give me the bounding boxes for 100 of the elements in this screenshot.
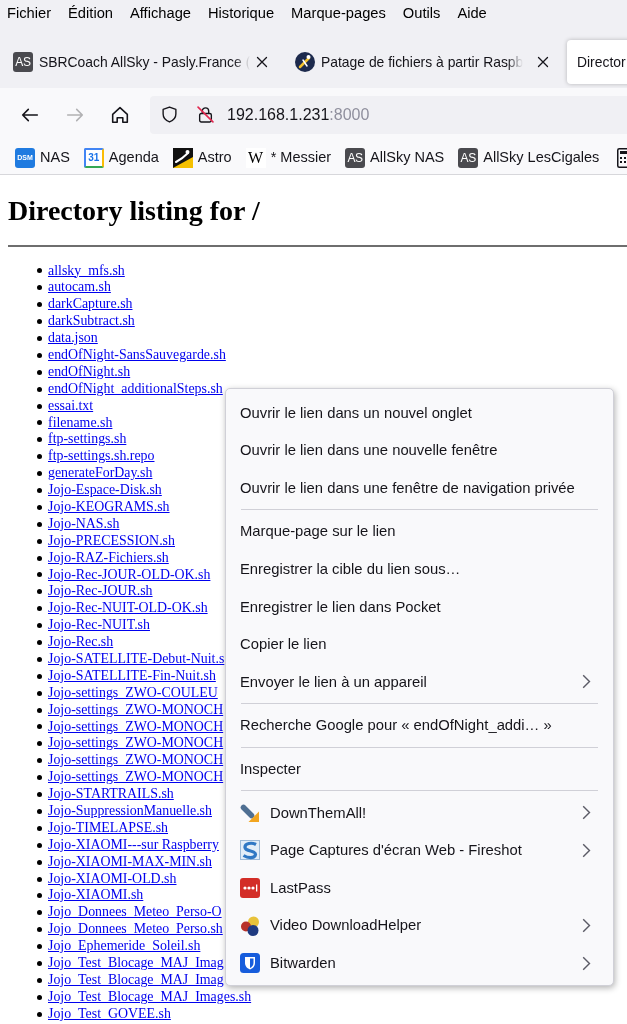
bullet-icon <box>37 876 42 882</box>
address-bar[interactable]: 192.168.1.231:8000 <box>150 95 627 134</box>
file-link[interactable]: Jojo_Donnees_Meteo_Perso-O <box>48 904 222 922</box>
bullet-icon <box>37 538 42 544</box>
context-menu-item[interactable]: Marque-page sur le lien <box>226 512 613 551</box>
w-logo-icon: W <box>245 147 266 168</box>
context-menu-item[interactable]: Page Captures d'écran Web - Fireshot <box>226 831 613 870</box>
file-link[interactable]: Jojo_Test_Blocage_MAJ_Imag <box>48 971 224 989</box>
bookmark-link[interactable]: 31 Agenda <box>83 146 159 169</box>
file-link[interactable]: Jojo-Rec-NUIT-OLD-OK.sh <box>48 600 208 618</box>
file-link[interactable]: Jojo-TIMELAPSE.sh <box>48 819 168 837</box>
file-link[interactable]: endOfNight-SansSauvegarde.sh <box>48 346 226 364</box>
menu-bar-item[interactable]: Aide <box>457 1 487 24</box>
context-menu-item[interactable]: Copier le lien <box>226 625 613 664</box>
browser-tab[interactable]: AS SBRCoach AllSky - Pasly.France ( <box>3 40 276 84</box>
file-link[interactable]: Jojo_Donnees_Meteo_Perso.sh <box>48 921 223 939</box>
file-link[interactable]: Jojo_Test_GOVEE.sh <box>48 1005 171 1023</box>
file-link[interactable]: Jojo-settings_ZWO-MONOCH <box>48 718 224 736</box>
context-menu-item[interactable]: Enregistrer la cible du lien sous… <box>226 550 613 588</box>
file-link[interactable]: Jojo_Ephemeride_Soleil.sh <box>48 938 201 956</box>
shield-icon[interactable] <box>161 106 178 123</box>
file-link[interactable]: ftp-settings.sh <box>48 431 127 449</box>
file-link[interactable]: generateForDay.sh <box>48 465 153 483</box>
menu-bar-item[interactable]: Édition <box>68 1 113 24</box>
file-link[interactable]: ftp-settings.sh.repo <box>48 448 155 466</box>
file-link[interactable]: autocam.sh <box>48 279 111 297</box>
context-menu-item[interactable]: LastPass <box>226 869 613 907</box>
file-link[interactable]: Jojo-XIAOMI---sur Raspberry <box>48 836 219 854</box>
menu-bar-item[interactable]: Historique <box>208 1 275 24</box>
file-link[interactable]: Jojo-Rec-JOUR-OLD-OK.sh <box>48 566 211 584</box>
bookmark-link[interactable]: Astro <box>172 146 232 169</box>
context-menu-item[interactable]: Ouvrir le lien dans une fenêtre de navigation privée <box>226 469 613 507</box>
file-link[interactable]: Jojo-Rec-NUIT.sh <box>48 617 150 635</box>
file-link[interactable]: endOfNight.sh <box>48 363 131 381</box>
bullet-icon <box>37 589 42 595</box>
context-menu-item[interactable]: Ouvrir le lien dans un nouvel onglet <box>226 394 613 432</box>
file-link[interactable]: Jojo-settings_ZWO-MONOCH <box>48 769 224 787</box>
file-link[interactable]: Jojo-SATELLITE-Fin-Nuit.sh <box>48 667 216 685</box>
bookmark-link[interactable]: W * Messier <box>245 146 332 169</box>
browser-tab[interactable]: Patage de fichiers à partir Raspb <box>285 40 558 84</box>
file-link[interactable]: Jojo-STARTRAILS.sh <box>48 786 174 803</box>
as-logo-icon: AS <box>458 147 479 168</box>
context-menu-item[interactable]: Bitwarden <box>226 944 613 982</box>
file-link[interactable]: Jojo-settings_ZWO-MONOCH <box>48 735 224 753</box>
menu-bar-item[interactable]: Fichier <box>7 1 52 24</box>
arrow-icon <box>240 802 260 823</box>
menu-bar-item[interactable]: Outils <box>402 1 441 24</box>
bookmark-link[interactable]: AS AllSky NAS <box>345 146 445 169</box>
context-menu-item[interactable]: Video DownloadHelper <box>226 906 613 945</box>
file-link[interactable]: Jojo-SuppressionManuelle.sh <box>48 803 212 820</box>
file-link[interactable]: allsky_mfs.sh <box>48 262 125 280</box>
menu-bar-item[interactable]: Marque-pages <box>291 1 386 24</box>
file-link[interactable]: endOfNight_additionalSteps.sh <box>48 380 223 398</box>
bullet-icon <box>37 859 42 865</box>
file-link[interactable]: Jojo-Rec.sh <box>48 634 114 651</box>
calendar-icon: 31 <box>83 147 104 168</box>
bullet-icon <box>37 521 42 527</box>
file-link[interactable]: Jojo-settings_ZWO-COULEU <box>48 684 218 702</box>
context-menu-item[interactable]: Inspecter <box>226 750 613 788</box>
bullet-icon <box>37 707 42 713</box>
file-link[interactable]: Jojo-XIAOMI.sh <box>48 887 144 905</box>
bullet-icon <box>37 741 42 747</box>
menu-bar-item[interactable]: Affichage <box>130 1 191 24</box>
file-link[interactable]: Jojo-settings_ZWO-MONOCH <box>48 752 224 770</box>
context-menu-item[interactable]: Ouvrir le lien dans une nouvelle fenêtre <box>226 431 613 470</box>
bullet-icon <box>37 336 42 341</box>
file-link[interactable]: Jojo-NAS.sh <box>48 515 120 533</box>
file-link[interactable]: Jojo-SATELLITE-Debut-Nuit.s <box>48 651 225 668</box>
browser-tab[interactable]: Director <box>567 40 627 84</box>
file-link[interactable]: Jojo_Test_Blocage_MAJ_Imag <box>48 955 224 972</box>
file-link[interactable]: Jojo-RAZ-Fichiers.sh <box>48 549 169 567</box>
file-link[interactable]: Jojo-KEOGRAMS.sh <box>48 498 170 516</box>
bookmark-link[interactable]: AS AllSky LesCigales <box>458 146 600 169</box>
calculator-icon[interactable] <box>617 147 627 168</box>
context-menu-item[interactable]: DownThemAll! <box>226 793 613 832</box>
file-link[interactable]: data.json <box>48 330 98 347</box>
shield-logo-icon <box>240 953 260 974</box>
crossed-lock-icon[interactable] <box>197 106 214 123</box>
close-icon[interactable] <box>537 56 549 68</box>
home-icon[interactable] <box>111 105 129 124</box>
context-menu-item[interactable]: Recherche Google pour « endOfNight_addi… » <box>226 706 613 745</box>
bullet-icon <box>37 352 42 358</box>
bullet-icon <box>37 792 42 798</box>
context-menu-item[interactable]: Enregistrer le lien dans Pocket <box>226 587 613 626</box>
file-link[interactable]: Jojo-PRECESSION.sh <box>48 532 175 550</box>
close-icon[interactable] <box>256 56 269 68</box>
bullet-icon <box>37 842 42 848</box>
file-link[interactable]: Jojo-settings_ZWO-MONOCH <box>48 701 224 719</box>
file-link[interactable]: Jojo-XIAOMI-MAX-MIN.sh <box>48 853 212 871</box>
file-link[interactable]: filename.sh <box>48 414 113 432</box>
bullet-icon <box>37 471 42 477</box>
context-menu-item[interactable]: Envoyer le lien à un appareil <box>226 663 613 701</box>
file-link[interactable]: Jojo-XIAOMI-OLD.sh <box>48 870 177 888</box>
bullet-icon <box>37 623 42 629</box>
file-link[interactable]: darkCapture.sh <box>48 296 133 314</box>
file-link[interactable]: Jojo-Espace-Disk.sh <box>48 482 162 499</box>
file-link[interactable]: essai.txt <box>48 397 94 415</box>
file-link[interactable]: darkSubtract.sh <box>48 313 135 331</box>
file-link[interactable]: Jojo-Rec-JOUR.sh <box>48 583 153 601</box>
file-link[interactable]: Jojo_Test_Blocage_MAJ_Images.sh <box>48 988 252 1006</box>
